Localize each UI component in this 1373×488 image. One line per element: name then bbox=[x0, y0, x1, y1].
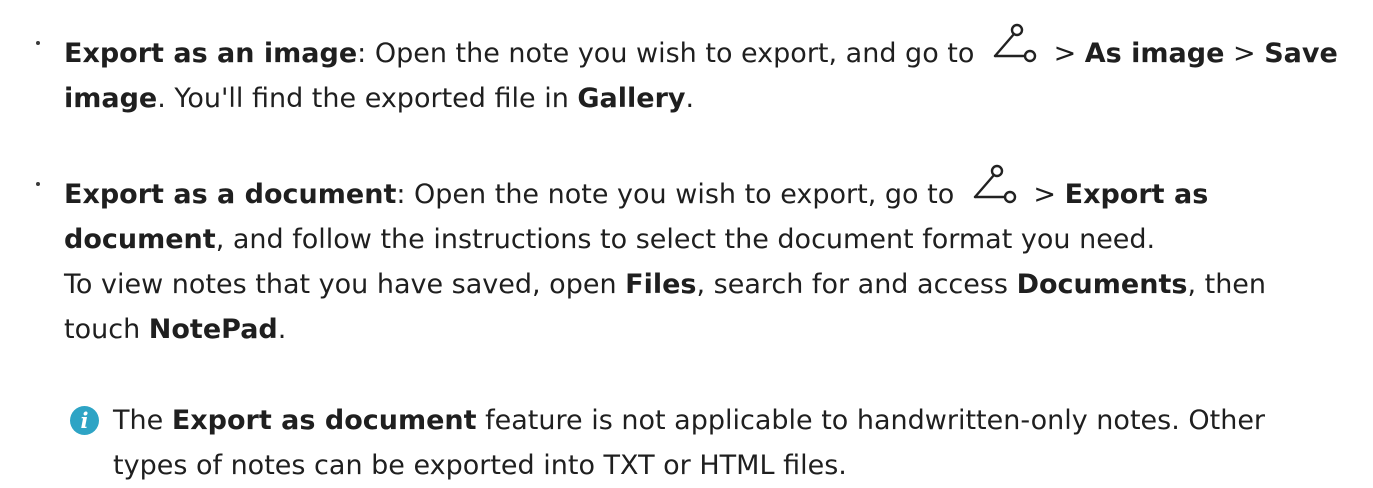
folder-name: Documents bbox=[1017, 269, 1188, 300]
item-title: Export as a document bbox=[64, 179, 396, 210]
app-name: Files bbox=[625, 269, 696, 300]
document-page: Export as an image: Open the note you wi… bbox=[0, 0, 1373, 459]
text-line: Export as a document: Open the note you … bbox=[64, 163, 1366, 217]
info-icon: i bbox=[70, 406, 99, 435]
app-name: Gallery bbox=[577, 83, 685, 114]
share-icon bbox=[965, 163, 1019, 207]
menu-step: Export as bbox=[1065, 179, 1209, 210]
feature-name: Export as document bbox=[172, 405, 477, 436]
text-line: Export as an image: Open the note you wi… bbox=[64, 22, 1366, 76]
app-name: NotePad bbox=[149, 314, 278, 345]
text: : Open the note you wish to export, and … bbox=[357, 38, 983, 69]
text-line: image. You'll find the exported file in … bbox=[64, 76, 1366, 121]
bullet-dot bbox=[36, 41, 40, 45]
bullet-dot bbox=[36, 182, 40, 186]
menu-step: As image bbox=[1085, 38, 1225, 69]
text: feature is not applicable to handwritten… bbox=[477, 405, 1265, 436]
text-line: To view notes that you have saved, open … bbox=[64, 262, 1366, 307]
text: The bbox=[113, 405, 172, 436]
text: : Open the note you wish to export, go t… bbox=[396, 179, 962, 210]
paragraph: Export as an image: Open the note you wi… bbox=[64, 22, 1366, 121]
text: touch bbox=[64, 314, 149, 345]
menu-step: document bbox=[64, 224, 216, 255]
text: . You'll find the exported file in bbox=[157, 83, 577, 114]
text-line: touch NotePad. bbox=[64, 307, 1366, 352]
share-icon bbox=[985, 22, 1039, 66]
text-line: document, and follow the instructions to… bbox=[64, 217, 1366, 262]
separator: > bbox=[1045, 38, 1085, 69]
separator: > bbox=[1025, 179, 1065, 210]
bullet-export-document: Export as a document: Open the note you … bbox=[36, 163, 1366, 352]
menu-step: image bbox=[64, 83, 157, 114]
paragraph: Export as a document: Open the note you … bbox=[64, 163, 1366, 352]
text: , search for and access bbox=[697, 269, 1017, 300]
bullet-export-image: Export as an image: Open the note you wi… bbox=[36, 22, 1366, 121]
item-title: Export as an image bbox=[64, 38, 357, 69]
text: , then bbox=[1187, 269, 1266, 300]
text: , and follow the instructions to select … bbox=[216, 224, 1155, 255]
text: . bbox=[278, 314, 287, 345]
note-line: The Export as document feature is not ap… bbox=[113, 398, 1265, 443]
separator: > bbox=[1224, 38, 1264, 69]
menu-step: Save bbox=[1264, 38, 1338, 69]
note-line: types of notes can be exported into TXT … bbox=[113, 443, 847, 488]
text: . bbox=[686, 83, 695, 114]
text: To view notes that you have saved, open bbox=[64, 269, 625, 300]
